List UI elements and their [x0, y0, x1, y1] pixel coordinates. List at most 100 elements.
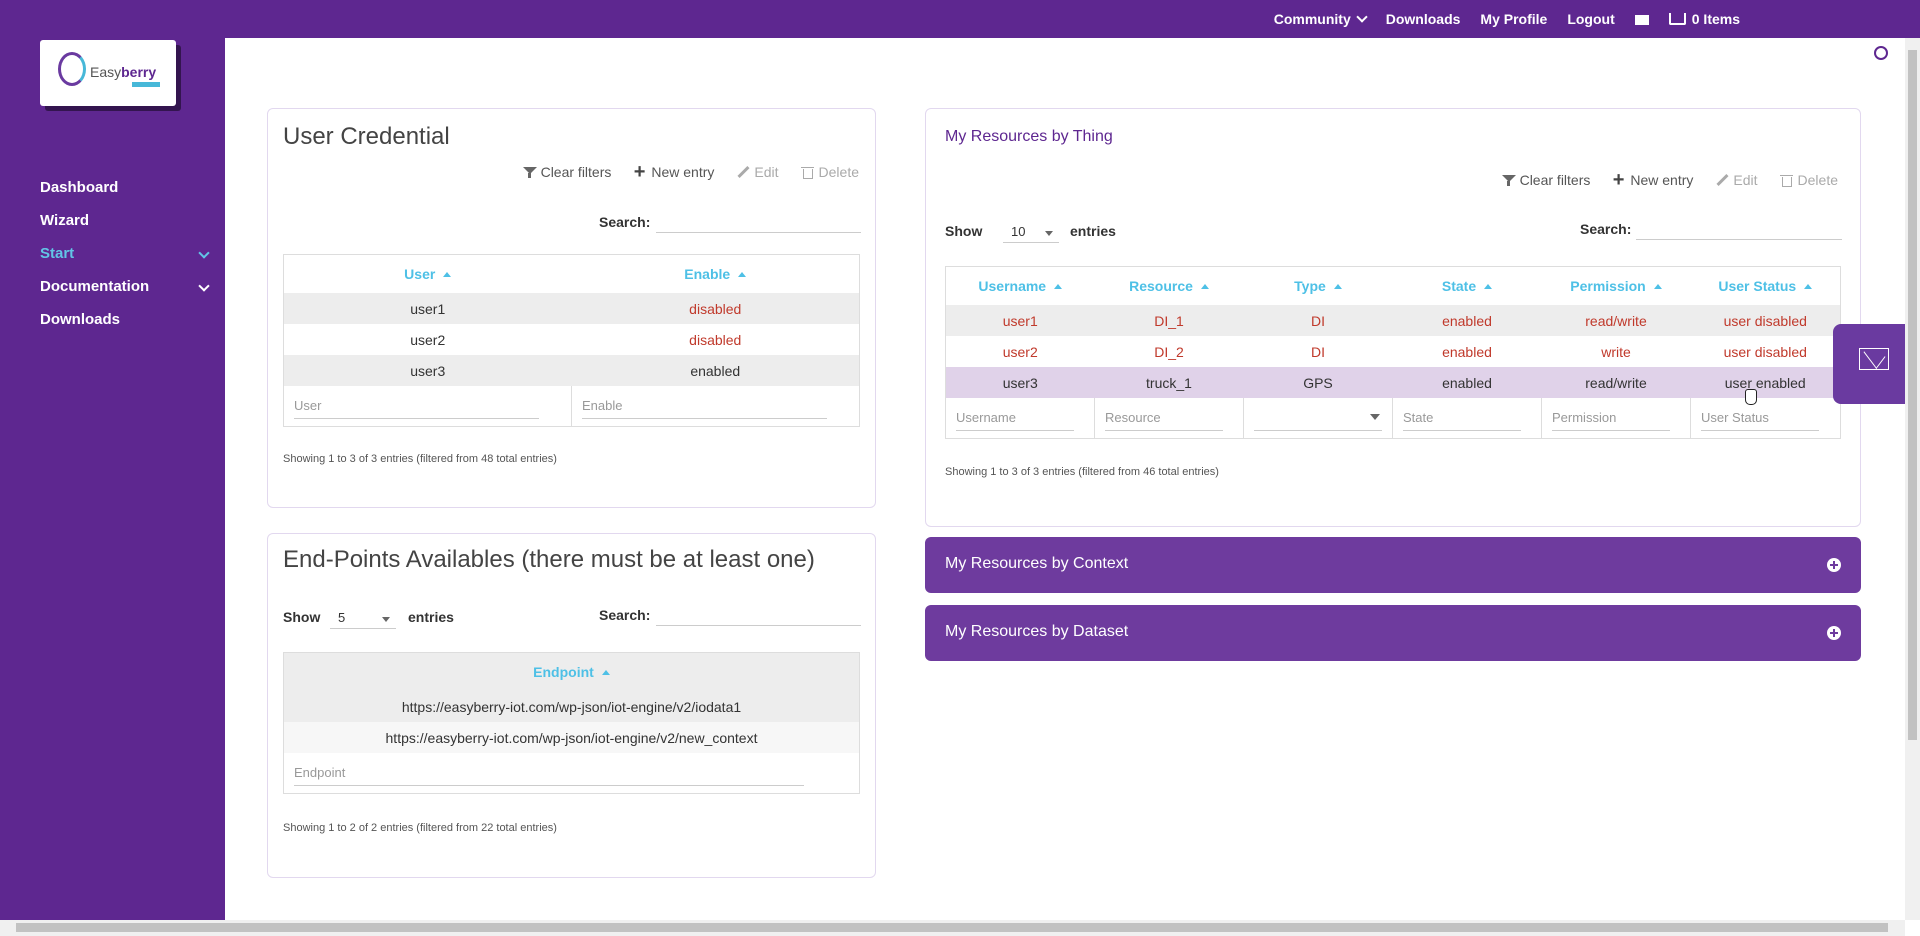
search-input[interactable] — [1636, 219, 1842, 240]
sidebar-item-label: Start — [40, 245, 75, 262]
table-row[interactable]: user2 disabled — [284, 324, 860, 355]
sort-asc-icon — [601, 670, 610, 675]
column-header-resource[interactable]: Resource — [1095, 267, 1244, 306]
cell-type: GPS — [1243, 367, 1393, 398]
horizontal-scrollbar[interactable] — [0, 920, 1905, 936]
sidebar-item-documentation[interactable]: Documentation — [40, 270, 210, 303]
clear-filters-button[interactable]: Clear filters — [1501, 172, 1590, 188]
credential-table: User Enable user1 disabled user2 disable… — [283, 254, 860, 427]
cell-endpoint: https://easyberry-iot.com/wp-json/iot-en… — [283, 722, 860, 753]
user-filter-input[interactable]: User — [294, 394, 539, 419]
edit-button[interactable]: Edit — [736, 164, 778, 180]
search-input[interactable] — [656, 212, 861, 233]
cell-type: DI — [1311, 343, 1325, 360]
cell-permission: read/write — [1541, 367, 1691, 398]
refresh-icon[interactable] — [1874, 46, 1888, 60]
cell-username: user2 — [1002, 343, 1038, 360]
sort-asc-icon — [1333, 284, 1342, 289]
column-header-endpoint[interactable]: Endpoint — [283, 652, 860, 691]
sidebar-item-downloads[interactable]: Downloads — [40, 303, 210, 336]
plus-circle-icon — [1827, 626, 1841, 640]
table-info: Showing 1 to 3 of 3 entries (filtered fr… — [283, 453, 557, 465]
edit-button[interactable]: Edit — [1715, 172, 1757, 188]
clear-filters-button[interactable]: Clear filters — [522, 164, 612, 180]
search-input[interactable] — [656, 605, 861, 626]
state-filter-input[interactable]: State — [1403, 406, 1521, 431]
table-row[interactable]: user2 DI_2 DI enabled write user disable… — [946, 336, 1841, 367]
pencil-icon — [736, 166, 749, 179]
column-header-state[interactable]: State — [1393, 267, 1542, 306]
delete-button[interactable]: Delete — [1779, 172, 1838, 188]
page-length-select[interactable]: 10 — [1003, 221, 1059, 243]
sidebar-item-label: Wizard — [40, 212, 90, 229]
cell-user-status: user enabled — [1690, 367, 1841, 398]
chevron-down-icon — [198, 247, 210, 259]
logout-link[interactable]: Logout — [1567, 11, 1614, 27]
table-header: Username Resource Type State Permission … — [946, 267, 1841, 306]
table-row[interactable]: https://easyberry-iot.com/wp-json/iot-en… — [283, 722, 860, 753]
cart-label: 0 Items — [1691, 11, 1740, 27]
show-label: Show — [945, 223, 983, 239]
panel-title: User Credential — [283, 123, 450, 150]
contact-widget[interactable] — [1833, 324, 1905, 404]
username-filter-input[interactable]: Username — [956, 406, 1074, 431]
table-row[interactable]: user1 disabled — [283, 293, 860, 324]
user-status-filter-input[interactable]: User Status — [1701, 406, 1819, 431]
my-profile-link[interactable]: My Profile — [1480, 11, 1547, 27]
sidebar-item-dashboard[interactable]: Dashboard — [40, 171, 210, 204]
cell-user-status: user disabled — [1723, 343, 1807, 360]
sidebar: Easyberry Dashboard Wizard Start Documen… — [0, 38, 225, 920]
permission-filter-input[interactable]: Permission — [1552, 406, 1670, 431]
cart-link[interactable]: 0 Items — [1668, 11, 1740, 27]
logo-tag — [132, 82, 160, 87]
envelope-icon — [1859, 348, 1889, 370]
vertical-scrollbar[interactable] — [1905, 38, 1920, 920]
thing-toolbar: Clear filters + New entry Edit Delete — [1501, 170, 1838, 190]
table-row[interactable]: user1 DI_1 DI enabled read/write user di… — [945, 305, 1841, 336]
endpoint-filter-input[interactable]: Endpoint — [294, 761, 804, 786]
panel-title: End-Points Availables (there must be at … — [283, 546, 815, 573]
sidebar-item-start[interactable]: Start — [40, 237, 210, 270]
scrollbar-thumb[interactable] — [1908, 50, 1917, 740]
new-entry-button[interactable]: + New entry — [633, 160, 714, 183]
panel-title: My Resources by Thing — [945, 128, 1113, 145]
table-row[interactable]: user3 truck_1 GPS enabled read/write use… — [945, 367, 1841, 398]
scrollbar-thumb[interactable] — [16, 923, 1888, 932]
filter-cell: Endpoint — [283, 753, 860, 794]
column-header-enable[interactable]: Enable — [572, 255, 860, 294]
cell-resource: DI_2 — [1154, 343, 1184, 360]
cell-enable: disabled — [571, 293, 860, 324]
resources-table: Username Resource Type State Permission … — [945, 266, 1841, 439]
resource-filter-input[interactable]: Resource — [1105, 406, 1223, 431]
downloads-link[interactable]: Downloads — [1386, 11, 1461, 27]
column-header-user-status[interactable]: User Status — [1691, 267, 1841, 306]
cell-username: user1 — [945, 305, 1095, 336]
mail-icon[interactable] — [1634, 15, 1649, 25]
accordion-resources-by-context[interactable]: My Resources by Context — [925, 537, 1861, 593]
column-header-type[interactable]: Type — [1244, 267, 1393, 306]
logo[interactable]: Easyberry — [40, 40, 176, 106]
column-header-username[interactable]: Username — [946, 267, 1095, 306]
table-row[interactable]: https://easyberry-iot.com/wp-json/iot-en… — [283, 691, 860, 722]
sidebar-item-wizard[interactable]: Wizard — [40, 204, 210, 237]
enable-filter-input[interactable]: Enable — [582, 394, 827, 419]
new-entry-button[interactable]: + New entry — [1612, 170, 1693, 190]
chevron-down-icon — [198, 280, 210, 292]
cell-type: DI — [1243, 305, 1393, 336]
delete-button[interactable]: Delete — [800, 164, 859, 180]
accordion-resources-by-dataset[interactable]: My Resources by Dataset — [925, 605, 1861, 661]
filter-cell: User — [283, 386, 572, 427]
filter-cell: Username — [945, 398, 1095, 439]
clear-filters-label: Clear filters — [540, 164, 612, 180]
type-filter-select[interactable] — [1254, 406, 1382, 431]
page-length-select[interactable]: 5 — [330, 607, 396, 629]
community-menu[interactable]: Community — [1274, 11, 1368, 27]
plus-icon: + — [633, 160, 646, 183]
column-header-permission[interactable]: Permission — [1542, 267, 1691, 306]
trash-icon — [1779, 174, 1793, 187]
column-header-user[interactable]: User — [284, 255, 572, 294]
filter-cell — [1243, 398, 1393, 439]
sort-asc-icon — [1804, 284, 1813, 289]
table-row[interactable]: user3 enabled — [283, 355, 860, 386]
search-label: Search: — [599, 607, 651, 623]
